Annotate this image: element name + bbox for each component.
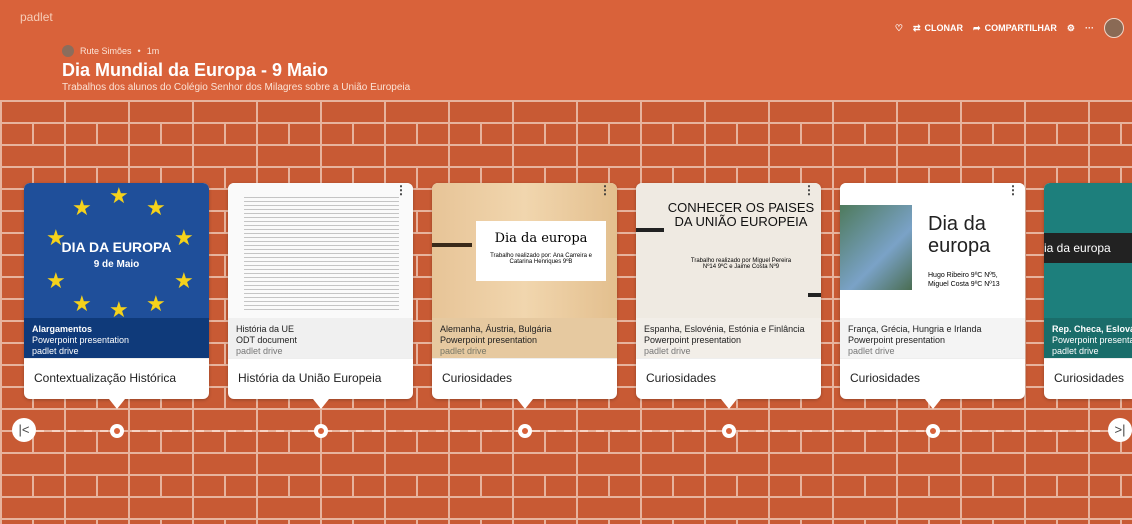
svg-text:★: ★: [146, 196, 166, 221]
share-icon: ➦: [973, 22, 981, 33]
svg-text:★: ★: [46, 269, 66, 294]
svg-text:★: ★: [174, 269, 194, 294]
card-caption: Curiosidades: [432, 358, 617, 398]
card-meta: Alargamentos Powerpoint presentation pad…: [24, 318, 209, 358]
clone-button[interactable]: ⇄ CLONAR: [913, 23, 963, 34]
header-actions: ♡ ⇄ CLONAR ➦ COMPARTILHAR ⚙ ···: [895, 18, 1124, 38]
thumb-subtitle: Trabalho realizado por: Ana Carreira e C…: [490, 253, 592, 265]
gear-icon[interactable]: ⚙: [1067, 23, 1075, 34]
author-name: Rute Simões: [80, 46, 132, 56]
more-vertical-icon[interactable]: ⋮: [395, 184, 407, 196]
thumbnail-eu-flag: ★ ★ ★ ★ ★ ★ ★ ★ ★ ★ DIA DA EUROPA 9 de Maio: [24, 183, 209, 323]
svg-text:★: ★: [109, 298, 129, 318]
svg-text:★: ★: [72, 292, 92, 317]
card-caption: Contextualização Histórica: [24, 358, 209, 398]
document-text-lines: [244, 197, 399, 312]
timeline-node[interactable]: [926, 424, 940, 438]
repeat-icon: ⇄: [913, 22, 921, 33]
card-pointer: [517, 399, 533, 409]
slide-bar: [432, 243, 472, 247]
post-card[interactable]: ★ ★ ★ ★ ★ ★ ★ ★ ★ ★ DIA DA EUROPA 9 de Maio Al…: [24, 183, 209, 399]
slide-box: [476, 221, 606, 281]
thumb-title: CONHECER OS PAISES DA UNIÃO EUROPEIA: [667, 200, 815, 229]
heart-icon[interactable]: ♡: [895, 23, 903, 34]
timeline-node[interactable]: [110, 424, 124, 438]
post-card[interactable]: Dia da europa Hugo Ribeiro 9ºC Nº5, Migu…: [840, 183, 1025, 399]
post-time: 1m: [146, 46, 160, 56]
more-vertical-icon[interactable]: ⋮: [1007, 184, 1019, 196]
europe-map-image: [840, 205, 912, 290]
author-line: Rute Simões • 1m: [62, 45, 159, 57]
card-pointer: [313, 399, 329, 409]
card-meta: História da UE ODT document padlet drive: [228, 318, 413, 358]
app-name[interactable]: padlet: [20, 10, 53, 24]
more-vertical-icon[interactable]: ⋮: [599, 184, 611, 196]
post-card[interactable]: ⋮ História da UE ODT document padlet dri…: [228, 183, 413, 399]
timeline-node[interactable]: [314, 424, 328, 438]
card-pointer: [109, 399, 125, 409]
card-caption: Curiosidades: [1044, 358, 1132, 398]
card-pointer: [721, 399, 737, 409]
slide-bar: [636, 228, 664, 232]
page-title: Dia Mundial da Europa - 9 Maio: [62, 60, 329, 80]
svg-text:★: ★: [109, 184, 129, 209]
thumb-subtitle: Hugo Ribeiro 9ºC Nº5, Miguel Costa 9ºC N…: [928, 272, 1000, 288]
thumb-title: Dia da europa: [928, 213, 991, 257]
card-meta: Alemanha, Áustria, Bulgária Powerpoint p…: [432, 318, 617, 358]
post-card[interactable]: CONHECER OS PAISES DA UNIÃO EUROPEIA Tra…: [636, 183, 821, 399]
thumbnail-slide: Dia da europa Trabalho realizado por: An…: [432, 183, 617, 318]
scroll-start-button[interactable]: |<: [12, 418, 36, 442]
post-card[interactable]: Dia da europa Trabalho realizado por: An…: [432, 183, 617, 399]
thumb-title: Dia da europa: [494, 231, 588, 246]
dot-separator: •: [137, 46, 141, 56]
page-subtitle: Trabalhos dos alunos do Colégio Senhor d…: [62, 82, 411, 93]
svg-text:★: ★: [72, 196, 92, 221]
timeline-node[interactable]: [518, 424, 532, 438]
thumb-subtitle: 9 de Maio: [93, 259, 140, 270]
post-card[interactable]: ia da europa Rep. Checa, Eslovác Powerpo…: [1044, 183, 1132, 399]
timeline-node[interactable]: [722, 424, 736, 438]
thumbnail-slide: CONHECER OS PAISES DA UNIÃO EUROPEIA Tra…: [636, 183, 821, 318]
share-button[interactable]: ➦ COMPARTILHAR: [973, 23, 1057, 34]
author-avatar: [62, 45, 74, 57]
timeline-track: [20, 430, 1115, 432]
card-pointer: [925, 399, 941, 409]
thumb-title: ia da europa: [1044, 241, 1111, 255]
slide-bar: [808, 293, 821, 297]
more-vertical-icon[interactable]: ⋮: [803, 184, 815, 196]
card-meta: Rep. Checa, Eslovác Powerpoint presenta …: [1044, 318, 1132, 358]
thumbnail-document: ⋮: [228, 183, 413, 318]
card-caption: Curiosidades: [636, 358, 821, 398]
thumb-subtitle: Trabalho realizado por Miguel Pereira Nº…: [690, 258, 792, 270]
thumbnail-slide: Dia da europa Hugo Ribeiro 9ºC Nº5, Migu…: [840, 183, 1025, 318]
thumbnail-slide: ia da europa: [1044, 183, 1132, 318]
card-caption: Curiosidades: [840, 358, 1025, 398]
card-meta: Espanha, Eslovénia, Estónia e Finlância …: [636, 318, 821, 358]
card-caption: História da União Europeia: [228, 358, 413, 398]
svg-text:★: ★: [146, 292, 166, 317]
header: padlet ♡ ⇄ CLONAR ➦ COMPARTILHAR ⚙ ··· Rut…: [0, 0, 1132, 105]
card-meta: França, Grécia, Hungria e Irlanda Powerp…: [840, 318, 1025, 358]
thumb-title: DIA DA EUROPA: [61, 239, 172, 255]
scroll-end-button[interactable]: >|: [1108, 418, 1132, 442]
more-icon[interactable]: ···: [1085, 23, 1094, 33]
user-avatar[interactable]: [1104, 18, 1124, 38]
